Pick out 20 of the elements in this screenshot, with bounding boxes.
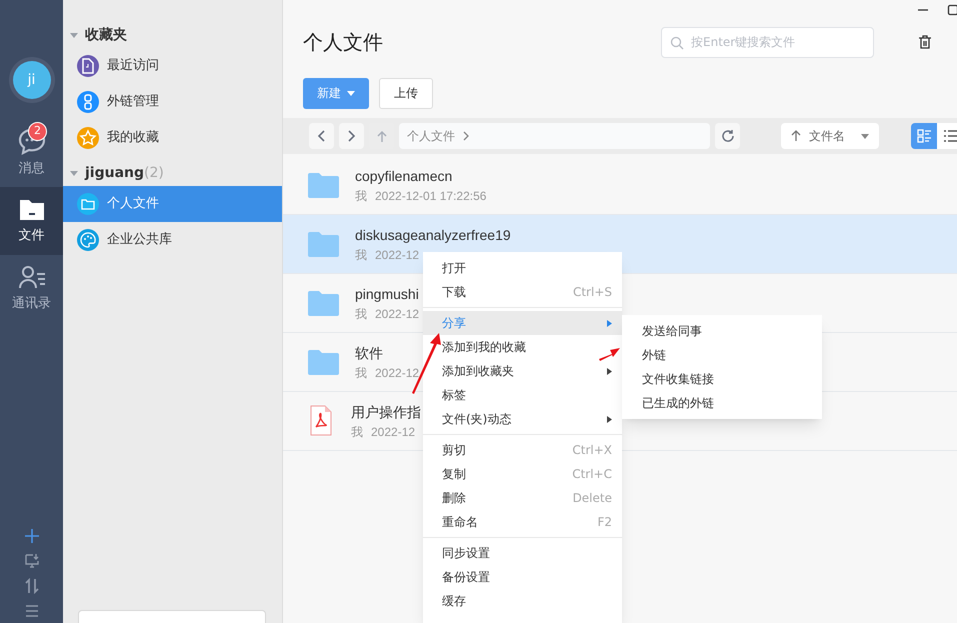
file-owner: 我 <box>355 307 367 321</box>
page-title: 个人文件 <box>303 29 383 56</box>
shortcut-label: Ctrl+C <box>572 466 612 483</box>
file-owner: 我 <box>355 189 367 203</box>
file-time: 2022-12 <box>375 366 420 380</box>
shortcut-label: Delete <box>572 490 612 507</box>
count-badge: 2 <box>28 122 47 141</box>
file-time: 2022-12 <box>371 425 416 439</box>
shortcut-label: Ctrl+S <box>572 284 612 301</box>
shortcut-label: Ctrl+X <box>572 442 612 459</box>
file-time: 2022-12-01 17:22:56 <box>375 189 486 203</box>
file-owner: 我 <box>355 248 367 262</box>
section-title: jiguang <box>85 164 144 182</box>
file-owner: 我 <box>355 366 367 380</box>
shortcut-label: F2 <box>597 514 612 531</box>
file-time: 2022-12 <box>375 307 420 321</box>
file-owner: 我 <box>351 425 363 439</box>
section-title: 收藏夹 <box>85 26 127 44</box>
file-time: 2022-12 <box>375 248 420 262</box>
item-count: (2) <box>144 164 164 182</box>
